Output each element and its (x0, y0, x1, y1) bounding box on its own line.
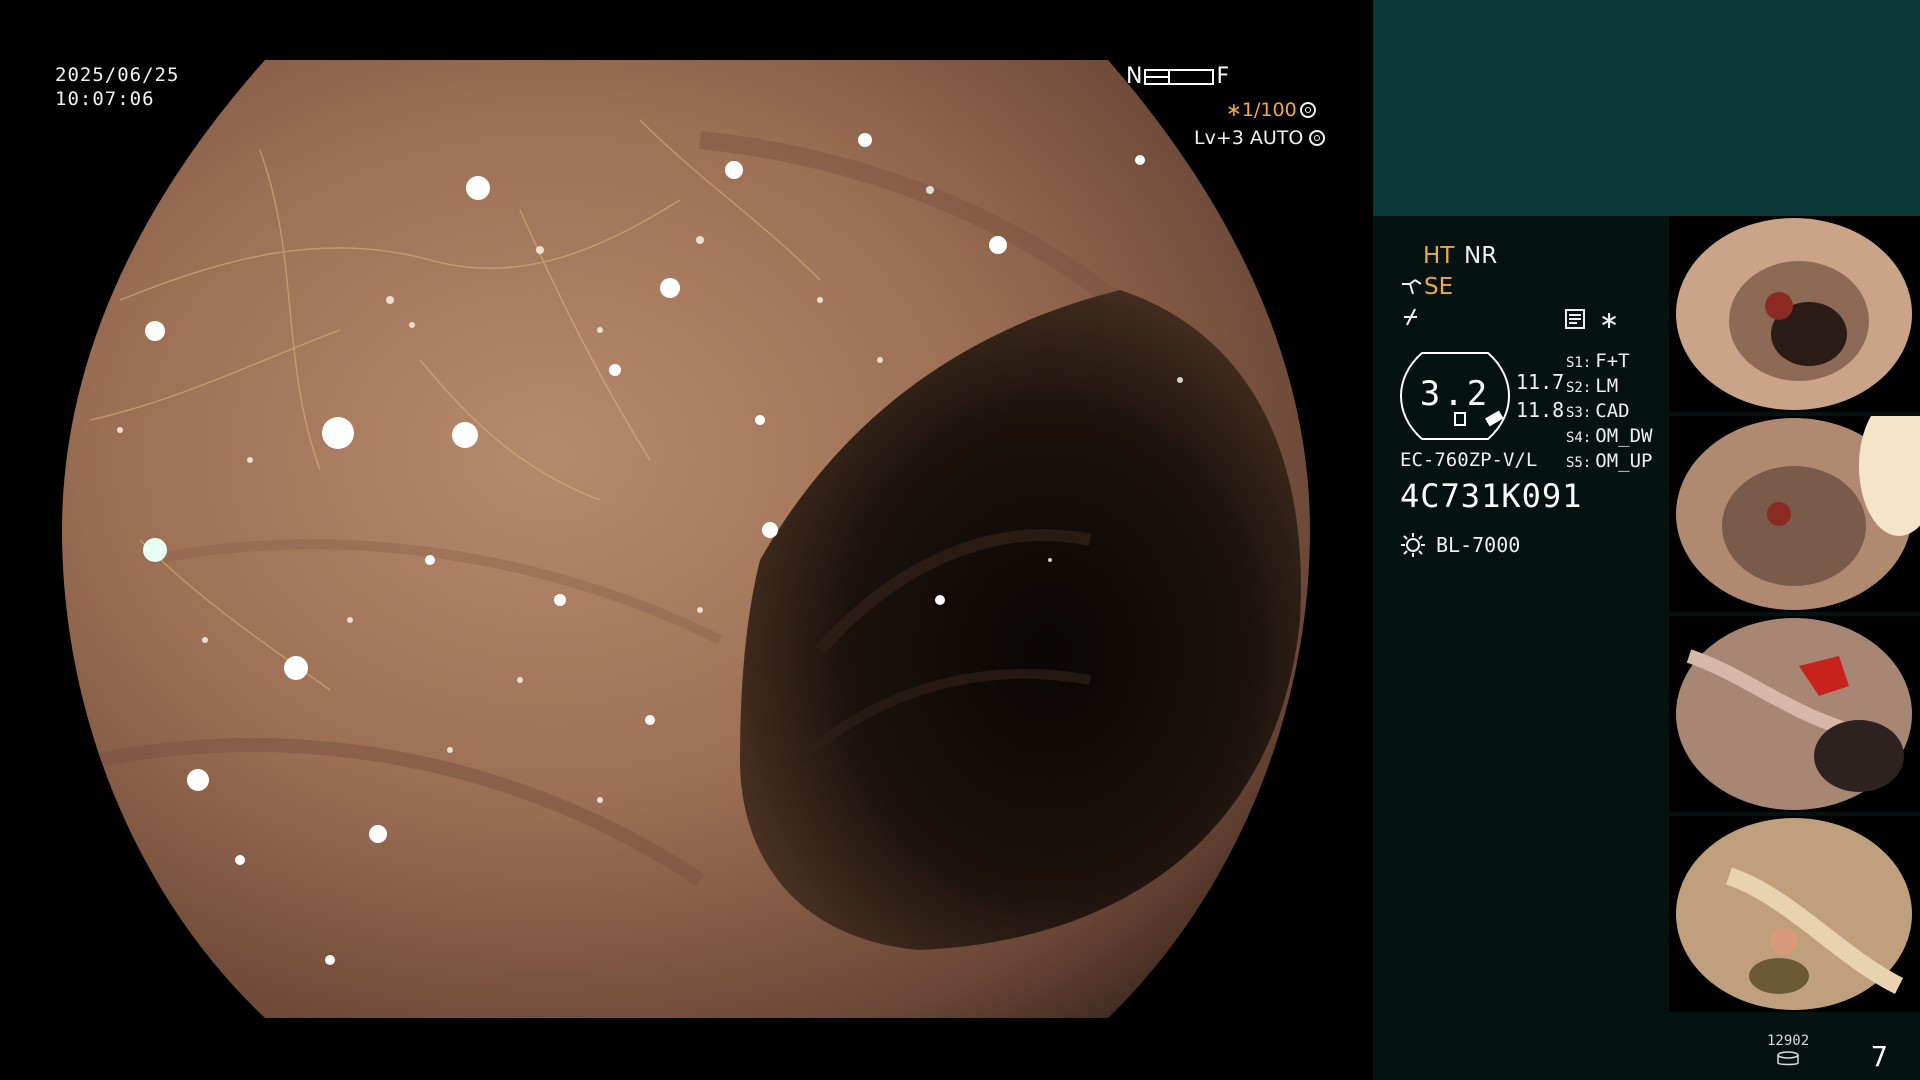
scope-tip-icon (1402, 279, 1422, 295)
focus-indicator: N F (1126, 64, 1229, 89)
zoom-lever-icon (1404, 308, 1417, 326)
thumbnail-image-1 (1676, 218, 1912, 410)
near-label: N (1126, 64, 1143, 89)
info-panel: HT NR SE ∗ 3.2 11.7 11.8 S1: F+T S2: LM S3… (1373, 0, 1920, 1080)
zoom-marker (1454, 412, 1466, 426)
light-source-label: BL-7000 (1436, 533, 1521, 557)
scope-serial: 4C731K091 (1400, 477, 1583, 515)
zoom-value: 3.2 (1419, 374, 1491, 414)
exposure-readout: Lv+3 AUTO (1194, 127, 1326, 149)
far-label: F (1216, 64, 1230, 89)
thumbnail-3[interactable] (1669, 616, 1920, 812)
capture-counter: 12902 (1767, 1033, 1810, 1049)
switch-s4: S4: OM_DW (1566, 425, 1653, 447)
page-number: 7 (1871, 1040, 1888, 1073)
focus-bar (1144, 68, 1215, 85)
thumbnail-image-2 (1676, 416, 1920, 610)
mode-se: SE (1424, 274, 1454, 300)
thumbnail-1[interactable] (1669, 216, 1920, 412)
thumbnail-image-4 (1676, 818, 1912, 1010)
scope-model: EC-760ZP-V/L (1400, 449, 1538, 471)
thumbnail-4[interactable] (1669, 816, 1920, 1012)
thumbnail-2[interactable] (1669, 416, 1920, 612)
shutter-value: ∗1/100 (1226, 99, 1297, 121)
shutter-readout: ∗1/100 (1226, 99, 1316, 121)
storage-disk-icon (1777, 1051, 1799, 1066)
level-value: Lv+3 (1194, 127, 1244, 149)
endoscope-live-view: 2025/06/25 10:07:06 N F ∗1/100 Lv+3 AUTO (0, 0, 1373, 1080)
exposure-mode: AUTO (1249, 127, 1304, 149)
thumbnail-image-3 (1676, 618, 1912, 810)
mode-nr: NR (1464, 243, 1498, 269)
switch-s2: S2: LM (1566, 375, 1619, 397)
switch-s5: S5: OM_UP (1566, 450, 1653, 472)
readout-2: 11.8 (1516, 398, 1565, 422)
zoom-badge: 3.2 (1399, 352, 1511, 440)
lamp-icon (1401, 533, 1425, 557)
light-source: BL-7000 (1400, 532, 1520, 558)
star-marker: ∗ (1599, 306, 1620, 334)
aperture-icon (1299, 102, 1316, 118)
endoscopic-image (62, 60, 1310, 1018)
time-stamp: 10:07:06 (55, 88, 155, 110)
date-stamp: 2025/06/25 (55, 64, 180, 86)
switch-s3: S3: CAD (1566, 400, 1630, 422)
panel-header (1373, 0, 1920, 216)
readout-1: 11.7 (1516, 370, 1565, 394)
auto-exposure-icon (1309, 130, 1326, 146)
mode-ht: HT (1423, 243, 1455, 269)
switch-s1: S1: F+T (1566, 350, 1630, 372)
memo-icon (1565, 309, 1585, 329)
